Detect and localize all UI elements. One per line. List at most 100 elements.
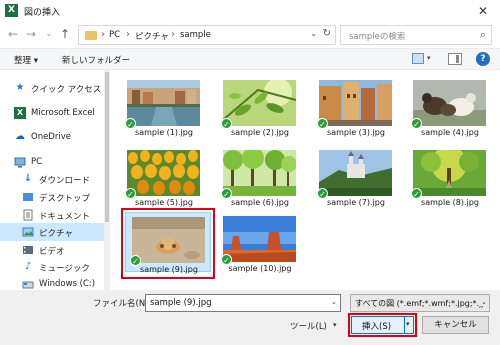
breadcrumb-pictures[interactable]: ピクチャ — [135, 30, 169, 42]
arrow-up-icon[interactable]: ↑ — [58, 27, 72, 41]
drive-icon — [22, 278, 34, 290]
thumbnail-image — [319, 150, 392, 196]
file-name: sample (8).jpg — [421, 198, 479, 207]
cloud-icon: ☁ — [15, 131, 25, 142]
thumbnail-image — [223, 216, 296, 262]
file-tile[interactable]: ✓ sample (6).jpg — [217, 146, 303, 207]
star-icon: ★ — [15, 82, 25, 93]
filename-input[interactable]: sample (9).jpg ⌄ — [145, 294, 341, 312]
thumbnail-image — [127, 150, 200, 196]
file-tile[interactable]: ✓ sample (3).jpg — [313, 76, 399, 137]
file-tile[interactable]: ✓ sample (1).jpg — [121, 76, 207, 137]
file-name: sample (10).jpg — [228, 264, 292, 273]
window-title: 図の挿入 — [24, 8, 61, 18]
file-tile[interactable]: ✓ sample (2).jpg — [217, 76, 303, 137]
sidebar-item-downloads[interactable]: ↓ ダウンロード — [0, 170, 104, 188]
file-name: sample (2).jpg — [231, 128, 289, 137]
new-folder-button[interactable]: 新しいフォルダー — [62, 54, 130, 66]
sidebar-item-quick-access[interactable]: ★ クイック アクセス — [0, 79, 104, 97]
scrollbar-thumb[interactable] — [105, 72, 109, 222]
chevron-right-icon: › — [171, 29, 175, 40]
sidebar-item-onedrive[interactable]: ☁ OneDrive — [0, 128, 104, 146]
preview-pane-icon[interactable] — [448, 53, 462, 65]
cancel-button[interactable]: キャンセル — [422, 316, 489, 334]
sidebar-item-label: Windows (C:) — [39, 279, 96, 289]
sidebar-item-label: ピクチャ — [39, 229, 73, 239]
navigation-bar: ← → ⌄ ↑ › PC › ピクチャ › sample ⌄ ↻ sampleの… — [0, 22, 500, 48]
filename-label: ファイル名(N): — [93, 299, 152, 309]
chevron-down-icon[interactable]: ⌄ — [42, 29, 56, 38]
thumbnail-image — [319, 80, 392, 126]
pictures-icon — [22, 226, 34, 238]
file-name: sample (7).jpg — [327, 198, 385, 207]
title-bar: X 図の挿入 ✕ — [0, 0, 500, 22]
file-name: sample (6).jpg — [231, 198, 289, 207]
sidebar-item-label: クイック アクセス — [31, 85, 102, 95]
file-tile[interactable]: ✓ sample (10).jpg — [217, 212, 303, 273]
document-icon — [22, 209, 34, 221]
sidebar-scrollbar[interactable] — [104, 70, 110, 290]
file-tile[interactable]: ✓ sample (7).jpg — [313, 146, 399, 207]
sidebar-item-label: ミュージック — [39, 264, 90, 274]
sidebar-item-documents[interactable]: ドキュメント — [0, 206, 104, 224]
sidebar-item-pc[interactable]: PC — [0, 153, 104, 171]
search-placeholder: sampleの検索 — [349, 32, 406, 42]
chevron-down-icon[interactable]: ▾ — [427, 54, 431, 62]
file-tile[interactable]: ✓ sample (8).jpg — [407, 146, 493, 207]
breadcrumb-sample[interactable]: sample — [180, 30, 211, 40]
chevron-down-icon[interactable]: ⌄ — [310, 29, 317, 38]
file-type-select[interactable]: すべての図 (*.emf;*.wmf;*.jpg;*.jj ⌄ — [350, 294, 490, 312]
file-type-value: すべての図 (*.emf;*.wmf;*.jpg;*.jj — [355, 299, 484, 308]
file-name: sample (3).jpg — [327, 128, 385, 137]
sidebar-item-label: ダウンロード — [39, 176, 91, 186]
download-icon: ↓ — [23, 173, 33, 184]
chevron-down-icon[interactable]: ⌄ — [331, 298, 337, 306]
thumbnail-image — [413, 80, 486, 126]
breadcrumb-pc[interactable]: PC — [109, 30, 120, 40]
search-icon[interactable]: ⌕ — [480, 28, 486, 42]
video-icon — [22, 244, 34, 256]
chevron-down-icon[interactable]: ⌄ — [479, 298, 487, 306]
refresh-icon[interactable]: ↻ — [323, 28, 331, 39]
close-button[interactable]: ✕ — [474, 2, 492, 20]
highlight-outline — [348, 313, 417, 337]
chevron-right-icon: › — [126, 29, 130, 40]
thumbnail-image — [413, 150, 486, 196]
arrow-left-icon[interactable]: ← — [6, 27, 20, 41]
arrow-right-icon[interactable]: → — [24, 27, 38, 41]
chevron-down-icon[interactable]: ▾ — [333, 321, 337, 329]
sidebar-item-videos[interactable]: ビデオ — [0, 241, 104, 259]
tools-button[interactable]: ツール(L) — [290, 320, 327, 332]
sidebar-item-microsoft-excel[interactable]: X Microsoft Excel — [0, 104, 104, 122]
file-name: sample (5).jpg — [135, 198, 193, 207]
music-icon: ♪ — [24, 261, 32, 272]
file-list: ✓ sample (1).jpg ✓ sample (2).jpg ✓ samp… — [111, 70, 500, 290]
view-icon[interactable] — [412, 53, 424, 64]
command-bar: 整理 ▾ 新しいフォルダー ▾ ? — [0, 48, 500, 70]
thumbnail-image — [127, 80, 200, 126]
computer-icon — [14, 156, 26, 168]
sidebar-item-label: デスクトップ — [39, 194, 91, 204]
navigation-pane: ★ クイック アクセス X Microsoft Excel ☁ OneDrive… — [0, 70, 110, 290]
file-tile[interactable]: ✓ sample (5).jpg — [121, 146, 207, 207]
excel-icon: X — [14, 107, 26, 119]
folder-icon — [85, 31, 97, 40]
thumbnail-image — [223, 80, 296, 126]
address-bar[interactable]: › PC › ピクチャ › sample ⌄ ↻ — [78, 25, 336, 45]
excel-icon: X — [5, 4, 18, 17]
sidebar-item-label: OneDrive — [31, 132, 71, 142]
sidebar-item-label: PC — [31, 157, 43, 167]
help-icon[interactable]: ? — [476, 52, 490, 66]
sidebar-item-music[interactable]: ♪ ミュージック — [0, 258, 104, 276]
thumbnail-image — [223, 150, 296, 196]
file-tile[interactable]: ✓ sample (4).jpg — [407, 76, 493, 137]
sidebar-item-label: ドキュメント — [39, 212, 91, 222]
sidebar-item-label: Microsoft Excel — [31, 108, 95, 118]
filename-value: sample (9).jpg — [150, 298, 212, 308]
sidebar-item-desktop[interactable]: デスクトップ — [0, 188, 104, 206]
desktop-icon — [22, 191, 34, 203]
organize-button[interactable]: 整理 ▾ — [14, 54, 38, 66]
search-input[interactable]: sampleの検索 ⌕ — [340, 25, 492, 45]
highlight-outline — [121, 208, 215, 279]
sidebar-item-pictures[interactable]: ピクチャ — [0, 223, 104, 241]
